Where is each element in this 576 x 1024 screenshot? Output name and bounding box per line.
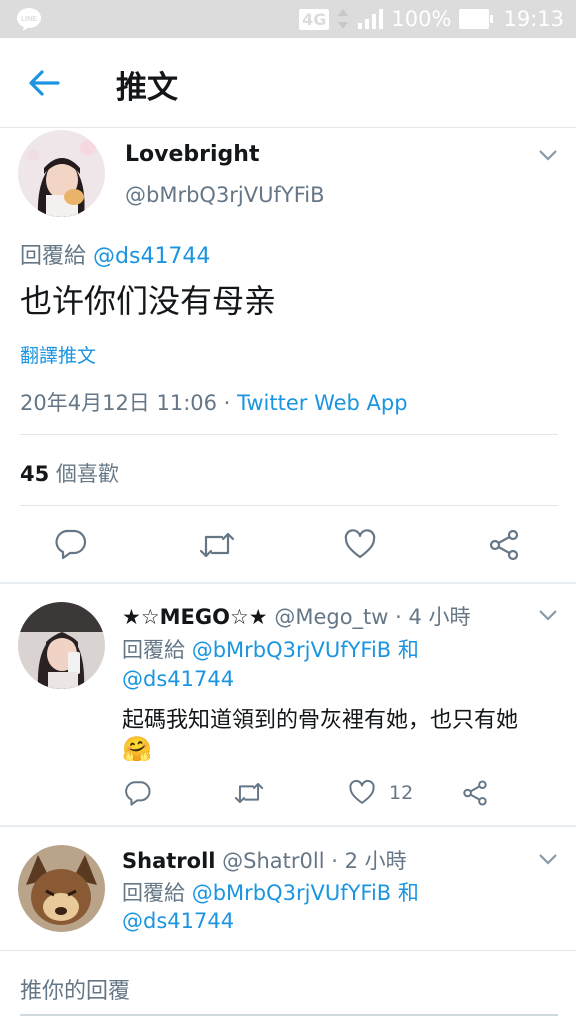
author-handle[interactable]: @bMrbQ3rjVUfYFiB	[125, 183, 325, 207]
section-divider	[0, 582, 576, 584]
divider	[20, 505, 558, 506]
likes-label: 個喜歡	[55, 462, 119, 486]
signal-icon	[358, 9, 384, 29]
page-title: 推文	[116, 70, 178, 106]
reply-text: 起碼我知道領到的骨灰裡有她，也只有她	[122, 708, 519, 733]
svg-text:LINE: LINE	[21, 16, 37, 23]
compose-underline	[20, 1014, 558, 1016]
battery-icon	[459, 9, 494, 29]
likes-count: 45	[20, 462, 50, 486]
reply-prefix: 回覆給	[122, 881, 185, 905]
reply-mention[interactable]: @ds41744	[122, 667, 234, 691]
reply-context: 回覆給 @bMrbQ3rjVUfYFiB 和	[122, 634, 419, 664]
likes-stat[interactable]: 45 個喜歡	[20, 458, 119, 488]
retweet-icon[interactable]	[233, 779, 265, 807]
hugging-face-emoji: 🤗	[122, 735, 152, 763]
reply-compose-input[interactable]: 推你的回覆	[20, 973, 130, 1005]
reply-time: · 4 小時	[395, 605, 471, 629]
header: 推文	[0, 38, 576, 128]
timestamp-row: 20年4月12日 11:06 · Twitter Web App	[20, 387, 408, 417]
network-badge: 4G	[299, 8, 330, 30]
reply-author-handle[interactable]: @Mego_tw	[274, 605, 388, 629]
share-icon[interactable]	[487, 528, 521, 562]
section-divider	[0, 825, 576, 827]
divider	[0, 950, 576, 951]
reply-mention[interactable]: @bMrbQ3rjVUfYFiB	[192, 638, 392, 662]
chevron-down-icon[interactable]	[538, 148, 558, 162]
arrow-left-icon[interactable]	[26, 66, 62, 100]
reply-header: ★☆MEGO☆★ @Mego_tw · 4 小時	[122, 601, 471, 631]
reply-mention[interactable]: @ds41744	[93, 244, 210, 269]
chevron-down-icon[interactable]	[538, 608, 558, 622]
author-name[interactable]: Lovebright	[125, 142, 259, 167]
reply-context: 回覆給 @ds41744	[20, 238, 210, 270]
reply-prefix: 回覆給	[122, 638, 185, 662]
avatar[interactable]	[18, 845, 105, 932]
retweet-icon[interactable]	[198, 528, 236, 562]
like-count: 12	[389, 782, 414, 804]
reply-prefix: 回覆給	[20, 244, 87, 269]
data-arrows-icon	[338, 9, 349, 29]
clock: 19:13	[503, 7, 564, 31]
reply-header: Shatroll @Shatr0ll · 2 小時	[122, 845, 407, 875]
status-bar: LINE 4G 100% 19:13	[0, 0, 576, 38]
reply-context: 回覆給 @bMrbQ3rjVUfYFiB 和	[122, 877, 419, 907]
like-icon[interactable]	[348, 779, 376, 807]
avatar[interactable]	[18, 130, 105, 217]
translate-link[interactable]: 翻譯推文	[20, 341, 96, 368]
line-app-icon: LINE	[17, 8, 41, 31]
reply-and: 和	[397, 881, 419, 905]
tweet-text: 也许你们没有母亲	[20, 282, 277, 320]
reply-author-name[interactable]: ★☆MEGO☆★	[122, 605, 268, 629]
reply-mention[interactable]: @bMrbQ3rjVUfYFiB	[192, 881, 392, 905]
reply-author-name[interactable]: Shatroll	[122, 849, 215, 873]
like-icon[interactable]	[343, 528, 377, 562]
reply-author-handle[interactable]: @Shatr0ll	[222, 849, 324, 873]
timestamp: 20年4月12日 11:06 ·	[20, 391, 238, 415]
divider	[20, 434, 558, 435]
reply-icon[interactable]	[54, 527, 88, 561]
battery-percent: 100%	[391, 7, 452, 31]
reply-icon[interactable]	[124, 779, 152, 807]
share-icon[interactable]	[461, 779, 489, 807]
chevron-down-icon[interactable]	[538, 852, 558, 866]
source-link[interactable]: Twitter Web App	[237, 391, 408, 415]
reply-and: 和	[397, 638, 419, 662]
reply-time: · 2 小時	[331, 849, 407, 873]
reply-mention[interactable]: @ds41744	[122, 909, 234, 933]
avatar[interactable]	[18, 602, 105, 689]
